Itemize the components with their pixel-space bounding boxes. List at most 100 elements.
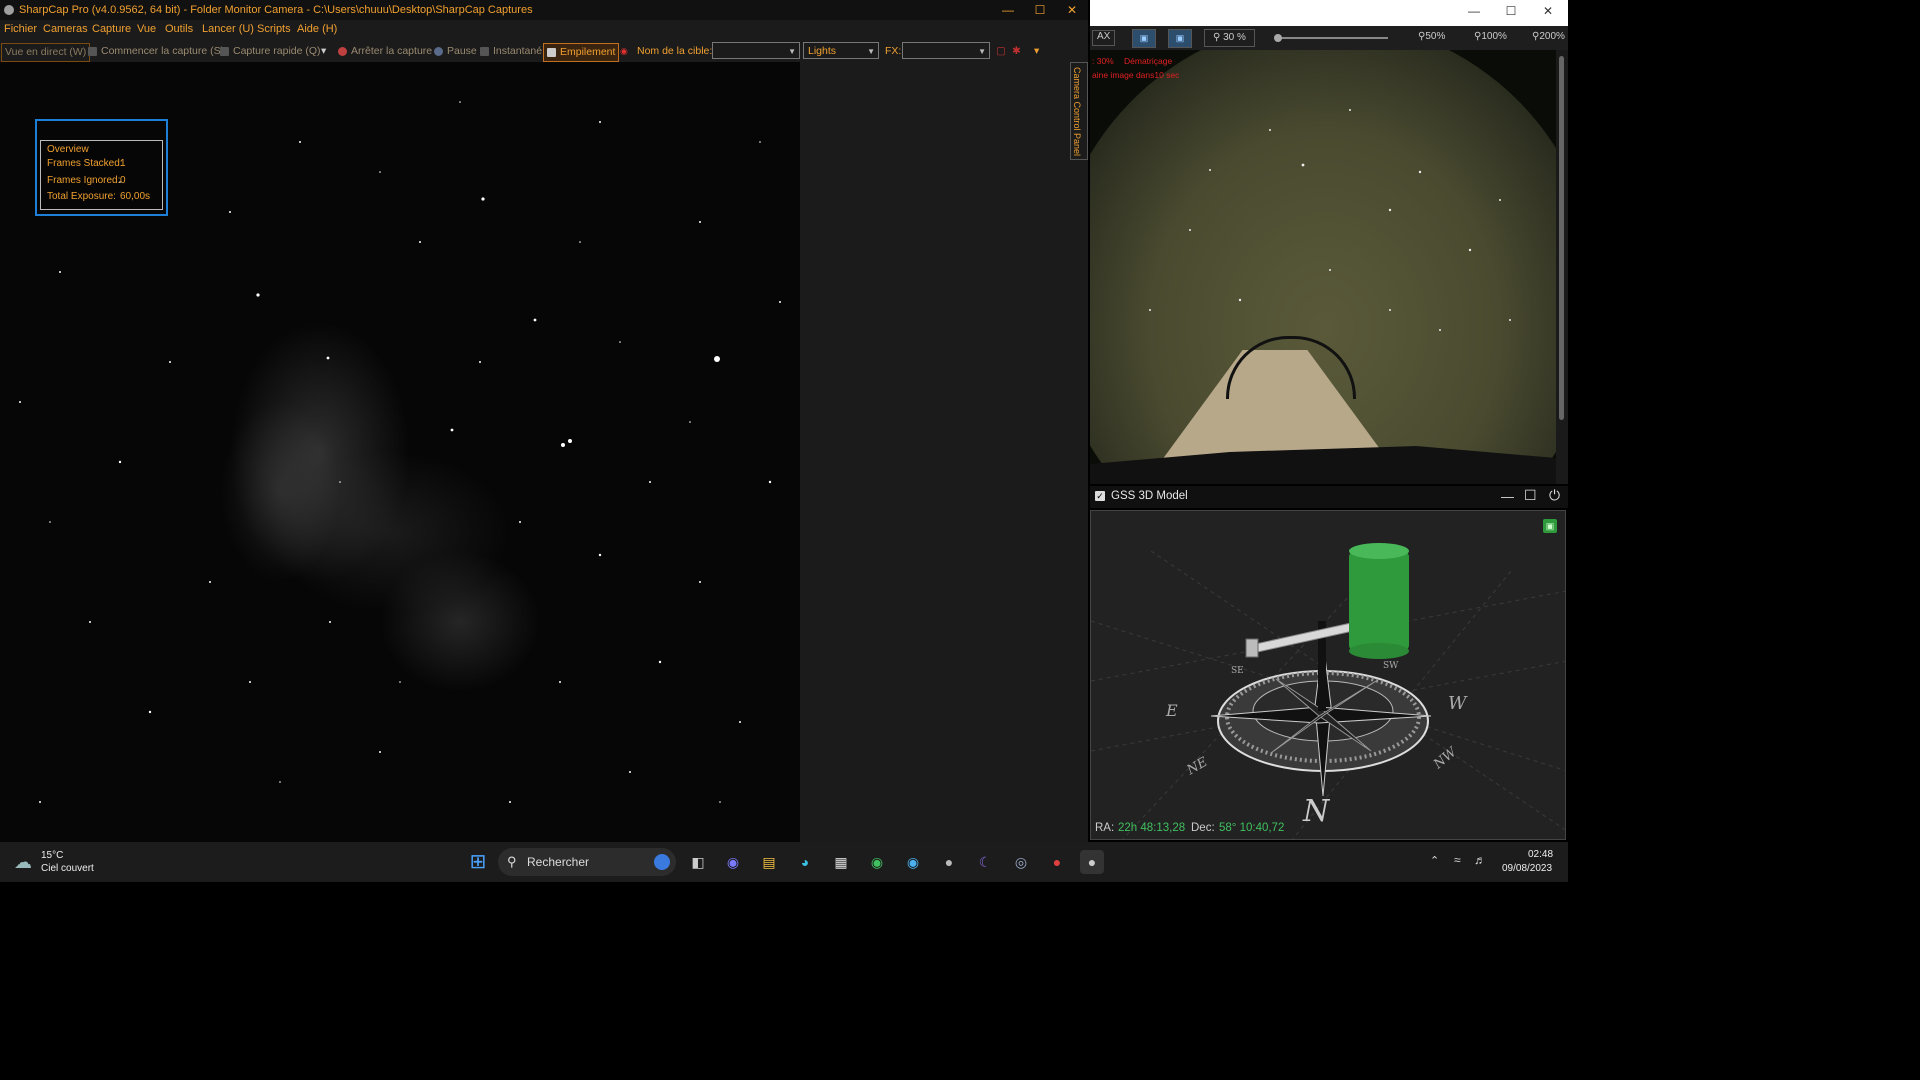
- frame-type-value: Lights: [808, 45, 837, 57]
- task-view-icon[interactable]: ◧: [686, 850, 710, 874]
- file-explorer-icon[interactable]: ▤: [757, 850, 781, 874]
- gss-settings-icon[interactable]: ▣: [1543, 519, 1557, 533]
- allsky-camera-view[interactable]: : 30% Dématriçage aine image dans10 sec: [1090, 50, 1556, 484]
- minimize-icon[interactable]: —: [1501, 489, 1514, 504]
- app-green-icon[interactable]: ◉: [865, 850, 889, 874]
- zoom-icon: ⚲: [1213, 32, 1224, 43]
- minimize-button[interactable]: —: [992, 0, 1024, 20]
- zoom-slider-thumb[interactable]: [1274, 34, 1282, 42]
- scrollbar-thumb[interactable]: [1559, 56, 1564, 420]
- live-view-button[interactable]: Vue en direct (W): [1, 43, 91, 62]
- snapshot-button[interactable]: Instantané: [480, 43, 542, 60]
- camera-control-panel-tab[interactable]: Camera Control Panel: [1070, 62, 1088, 160]
- zoom-50-button[interactable]: ⚲50%: [1418, 31, 1445, 42]
- weather-cloud-icon[interactable]: ☁: [14, 852, 32, 873]
- clock-date[interactable]: 09/08/2023: [1502, 863, 1552, 874]
- dec-label: Dec:: [1191, 822, 1215, 834]
- taskbar-search-box[interactable]: ⚲ Rechercher: [498, 848, 676, 876]
- overview-panel: Overview Frames Stacked: 1 Frames Ignore…: [40, 140, 163, 210]
- stop-icon: [338, 46, 347, 56]
- overlay-next-image: aine image dans10 sec: [1092, 70, 1180, 80]
- weather-temperature[interactable]: 15°C: [41, 850, 63, 861]
- maximize-button[interactable]: ☐: [1024, 0, 1056, 20]
- app-target-icon[interactable]: ◎: [1009, 850, 1033, 874]
- start-capture-button[interactable]: Commencer la capture (S): [88, 43, 224, 60]
- allsky-mode-field[interactable]: AX: [1092, 30, 1116, 46]
- close-button[interactable]: ✕: [1056, 0, 1088, 20]
- microsoft-store-icon[interactable]: ▦: [829, 850, 853, 874]
- menu-scripts[interactable]: Scripts: [257, 23, 291, 35]
- zoom-value-field[interactable]: ⚲ 30 %: [1204, 29, 1255, 47]
- menu-lancer[interactable]: Lancer (U): [202, 23, 254, 35]
- ra-value: 22h 48:13,28: [1118, 822, 1186, 834]
- teams-chat-icon[interactable]: ◉: [721, 850, 745, 874]
- fit-screen-icon[interactable]: ▣: [1132, 29, 1156, 48]
- zoom-100-button[interactable]: ⚲100%: [1474, 31, 1507, 42]
- minimize-button[interactable]: —: [1464, 4, 1484, 18]
- menu-aide[interactable]: Aide (H): [297, 23, 337, 35]
- stacking-button[interactable]: Empilement: [543, 43, 620, 62]
- stellarium-icon[interactable]: ☾: [973, 850, 997, 874]
- crosshair-icon[interactable]: ✱: [1012, 43, 1021, 60]
- zoom-50-label: 50%: [1425, 31, 1446, 42]
- tray-overflow-chevron-icon[interactable]: ⌃: [1430, 854, 1439, 867]
- gss-3d-view[interactable]: N E W NE NW SE SW ▣ RA: 22h 48:13,28 Dec…: [1090, 510, 1566, 840]
- mount-3d-model: [1091, 543, 1565, 839]
- fx-label: FX:: [885, 45, 902, 57]
- snapshot-icon: [480, 46, 489, 56]
- menu-vue[interactable]: Vue: [137, 23, 156, 35]
- frames-stacked-label: Frames Stacked:: [47, 158, 123, 169]
- sharpcap-taskbar-icon[interactable]: ●: [1080, 850, 1104, 874]
- edge-browser-icon[interactable]: ◕: [793, 850, 817, 874]
- toolbar-overflow-icon[interactable]: ▾: [1034, 43, 1039, 60]
- wifi-icon[interactable]: ≈: [1454, 853, 1461, 867]
- compass-north-label: N: [1303, 794, 1330, 829]
- overlay-zoom: : 30%: [1092, 56, 1114, 66]
- vertical-scrollbar[interactable]: [1556, 50, 1568, 484]
- power-icon[interactable]: ⏻: [1549, 487, 1560, 504]
- zoom-200-label: 200%: [1539, 31, 1565, 42]
- weather-description[interactable]: Ciel couvert: [41, 863, 94, 874]
- reticle-icon[interactable]: ▢: [996, 43, 1006, 60]
- start-windows-icon[interactable]: ⊞: [466, 850, 490, 874]
- app-red-icon[interactable]: ●: [1045, 850, 1069, 874]
- volume-icon[interactable]: ♬: [1474, 853, 1486, 867]
- quick-capture-dropdown-icon[interactable]: ▾: [321, 43, 326, 60]
- fullscreen-icon[interactable]: ▣: [1168, 29, 1192, 48]
- compass-se-label: SE: [1231, 666, 1244, 676]
- quick-capture-button[interactable]: Capture rapide (Q): [220, 43, 321, 60]
- sharpcap-titlebar: SharpCap Pro (v4.0.9562, 64 bit) - Folde…: [0, 0, 1088, 20]
- frame-type-dropdown[interactable]: Lights ▼: [803, 42, 879, 59]
- windows-taskbar: ☁ 15°C Ciel couvert ⊞ ⚲ Rechercher ◧ ◉ ▤…: [0, 842, 1568, 882]
- target-name-label: Nom de la cible:: [637, 45, 713, 57]
- camera-icon: [220, 46, 229, 56]
- fx-dropdown[interactable]: ▼: [902, 42, 990, 59]
- zoom-value: 30 %: [1223, 32, 1246, 43]
- menu-capture[interactable]: Capture: [92, 23, 131, 35]
- gss-panel-header: ✓ GSS 3D Model — ☐ ⏻: [1090, 486, 1568, 508]
- app-blue-icon[interactable]: ◉: [901, 850, 925, 874]
- zoom-100-label: 100%: [1481, 31, 1507, 42]
- zoom-slider[interactable]: [1276, 37, 1388, 39]
- menu-outils[interactable]: Outils: [165, 23, 193, 35]
- chevron-down-icon: ▼: [978, 47, 986, 56]
- gss-checkbox[interactable]: ✓: [1095, 491, 1105, 501]
- pause-button[interactable]: Pause: [434, 43, 477, 60]
- zoom-200-button[interactable]: ⚲200%: [1532, 31, 1565, 42]
- menu-fichier[interactable]: Fichier: [4, 23, 37, 35]
- capture-toolbar: Vue en direct (W) Commencer la capture (…: [0, 40, 1088, 62]
- app-portrait-icon[interactable]: ●: [937, 850, 961, 874]
- stop-capture-button[interactable]: Arrêter la capture: [338, 43, 432, 60]
- snapshot-label: Instantané: [493, 45, 543, 57]
- menu-cameras[interactable]: Cameras: [43, 23, 88, 35]
- close-button[interactable]: ✕: [1538, 4, 1558, 18]
- quick-capture-label: Capture rapide (Q): [233, 45, 321, 57]
- compass-west-label: W: [1448, 693, 1467, 714]
- side-panel-area: [800, 62, 1070, 842]
- stop-capture-label: Arrêter la capture: [351, 45, 433, 57]
- target-name-dropdown[interactable]: ▼: [712, 42, 800, 59]
- clock-time[interactable]: 02:48: [1528, 849, 1553, 860]
- maximize-icon[interactable]: ☐: [1524, 487, 1537, 504]
- bing-icon: [654, 854, 670, 870]
- maximize-button[interactable]: ☐: [1501, 4, 1521, 18]
